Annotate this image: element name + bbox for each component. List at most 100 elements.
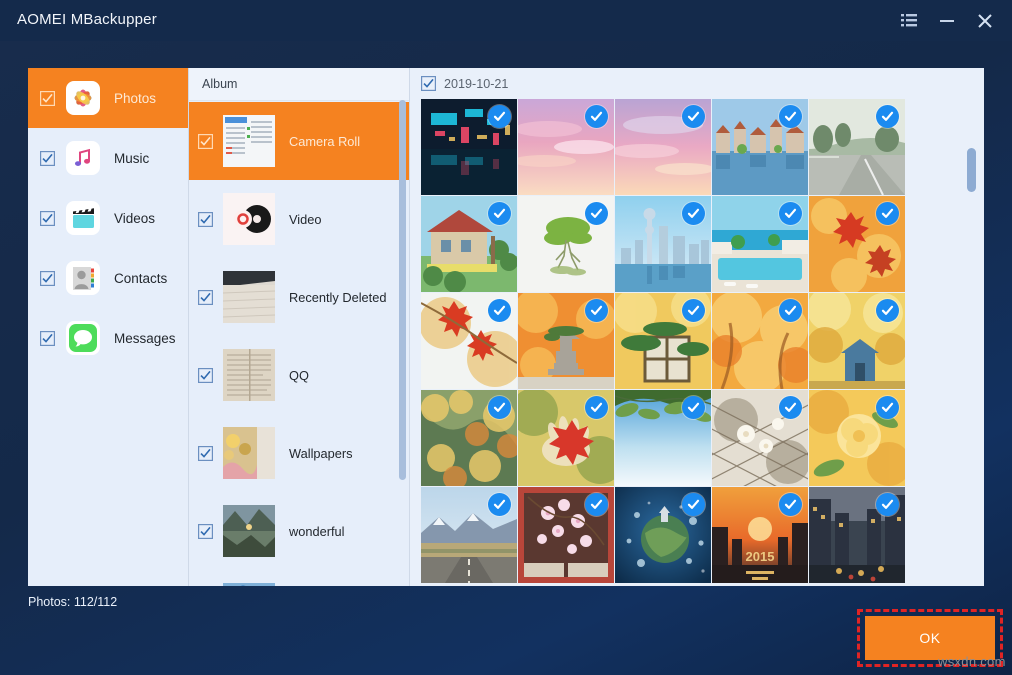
status-bar: Photos: 112/112 (28, 595, 117, 609)
checkbox-messages[interactable] (40, 331, 55, 346)
photo-anime-house[interactable] (421, 196, 517, 292)
photo-selected-badge[interactable] (488, 396, 511, 419)
photo-white-flowers-net[interactable] (712, 390, 808, 486)
checkbox-videos[interactable] (40, 211, 55, 226)
app-window: AOMEI MBackupper (0, 0, 1012, 675)
photo-yellow-autumn-house[interactable] (809, 293, 905, 389)
svg-text:2015: 2015 (746, 549, 775, 564)
photo-mountain-road[interactable] (421, 487, 517, 583)
photo-selected-badge[interactable] (876, 299, 899, 322)
sidebar-item-videos[interactable]: Videos (28, 188, 188, 248)
album-item-wonderful[interactable]: wonderful (189, 492, 409, 570)
checkbox-date-group[interactable] (421, 76, 436, 91)
photo-shanghai-skyline[interactable] (615, 196, 711, 292)
camera-roll-thumb (223, 115, 275, 167)
photo-selected-badge[interactable] (779, 493, 802, 516)
photo-selected-badge[interactable] (488, 105, 511, 128)
date-group-header: 2019-10-21 (410, 68, 984, 99)
category-sidebar: Photos Music (28, 68, 188, 586)
photo-selected-badge[interactable] (682, 202, 705, 225)
sidebar-item-messages[interactable]: Messages (28, 308, 188, 368)
checkbox-video[interactable] (198, 212, 213, 227)
checkbox-wallpapers[interactable] (198, 446, 213, 461)
photo-selected-badge[interactable] (779, 396, 802, 419)
photo-floating-planet[interactable] (615, 487, 711, 583)
photo-neon-city-night[interactable] (421, 99, 517, 195)
album-item-partial[interactable] (189, 570, 409, 586)
album-item-recently-deleted[interactable]: Recently Deleted (189, 258, 409, 336)
photo-autumn-hillside[interactable] (421, 390, 517, 486)
photo-bonsai-tree-white[interactable] (518, 196, 614, 292)
photo-coastal-pool-resort[interactable] (712, 196, 808, 292)
photo-european-town-river[interactable] (712, 99, 808, 195)
checkbox-contacts[interactable] (40, 271, 55, 286)
album-item-label: Video (289, 212, 322, 227)
checkbox-wonderful[interactable] (198, 524, 213, 539)
photo-selected-badge[interactable] (488, 493, 511, 516)
album-item-video[interactable]: Video (189, 180, 409, 258)
album-item-wallpapers[interactable]: Wallpapers (189, 414, 409, 492)
photo-selected-badge[interactable] (585, 105, 608, 128)
album-item-label: wonderful (289, 524, 345, 539)
photo-sunset-street-2015[interactable]: 2015 (712, 487, 808, 583)
sidebar-item-contacts[interactable]: Contacts (28, 248, 188, 308)
photo-selected-badge[interactable] (585, 299, 608, 322)
photo-selected-badge[interactable] (876, 493, 899, 516)
photo-grid: 2015 (421, 99, 951, 583)
sidebar-item-photos[interactable]: Photos (28, 68, 188, 128)
photo-city-street-dusk[interactable] (809, 487, 905, 583)
album-item-label: Camera Roll (289, 134, 360, 149)
album-item-qq[interactable]: QQ (189, 336, 409, 414)
photo-misty-road-trees[interactable] (809, 99, 905, 195)
photo-selected-badge[interactable] (585, 202, 608, 225)
photo-pink-sky-clouds-2[interactable] (615, 99, 711, 195)
photo-selected-badge[interactable] (488, 299, 511, 322)
photo-stone-lantern-autumn[interactable] (518, 293, 614, 389)
album-item-label: Recently Deleted (289, 290, 386, 305)
album-item-camera-roll[interactable]: Camera Roll (189, 102, 409, 180)
checkbox-photos[interactable] (40, 91, 55, 106)
photo-selected-badge[interactable] (682, 299, 705, 322)
photo-orange-maple-leaves[interactable] (809, 196, 905, 292)
contacts-icon (66, 261, 100, 295)
videos-icon (66, 201, 100, 235)
photo-red-maple-branch[interactable] (421, 293, 517, 389)
music-icon (66, 141, 100, 175)
photo-autumn-garden-window[interactable] (615, 293, 711, 389)
photo-grid-scrollbar[interactable] (967, 148, 976, 192)
photo-selected-badge[interactable] (585, 396, 608, 419)
photo-grid-panel: 2019-10-21 (409, 68, 984, 586)
menu-icon[interactable] (890, 0, 928, 41)
photo-selected-badge[interactable] (682, 396, 705, 419)
messages-icon (66, 321, 100, 355)
photo-yellow-rose[interactable] (809, 390, 905, 486)
main-content: Photos Music (28, 68, 984, 586)
photo-selected-badge[interactable] (779, 299, 802, 322)
photo-selected-badge[interactable] (779, 105, 802, 128)
photo-selected-badge[interactable] (488, 202, 511, 225)
photo-selected-badge[interactable] (682, 493, 705, 516)
photo-pink-sunset-clouds[interactable] (518, 99, 614, 195)
photo-leaves-blue-sky[interactable] (615, 390, 711, 486)
sidebar-item-music[interactable]: Music (28, 128, 188, 188)
photo-cherry-blossom-wall[interactable] (518, 487, 614, 583)
photo-golden-autumn-trees[interactable] (712, 293, 808, 389)
checkbox-recently-deleted[interactable] (198, 290, 213, 305)
close-icon[interactable] (966, 0, 1004, 41)
photo-selected-badge[interactable] (682, 105, 705, 128)
photo-selected-badge[interactable] (876, 105, 899, 128)
window-controls (890, 0, 1004, 41)
checkbox-camera-roll[interactable] (198, 134, 213, 149)
date-group-label: 2019-10-21 (444, 77, 508, 91)
album-scrollbar[interactable] (399, 100, 406, 480)
photo-selected-badge[interactable] (585, 493, 608, 516)
album-item-label: Wallpapers (289, 446, 353, 461)
album-list: Camera Roll V (189, 102, 409, 586)
photo-selected-badge[interactable] (876, 202, 899, 225)
checkbox-qq[interactable] (198, 368, 213, 383)
checkbox-music[interactable] (40, 151, 55, 166)
minimize-icon[interactable] (928, 0, 966, 41)
photo-selected-badge[interactable] (876, 396, 899, 419)
photo-selected-badge[interactable] (779, 202, 802, 225)
photo-red-leaf-in-hand[interactable] (518, 390, 614, 486)
